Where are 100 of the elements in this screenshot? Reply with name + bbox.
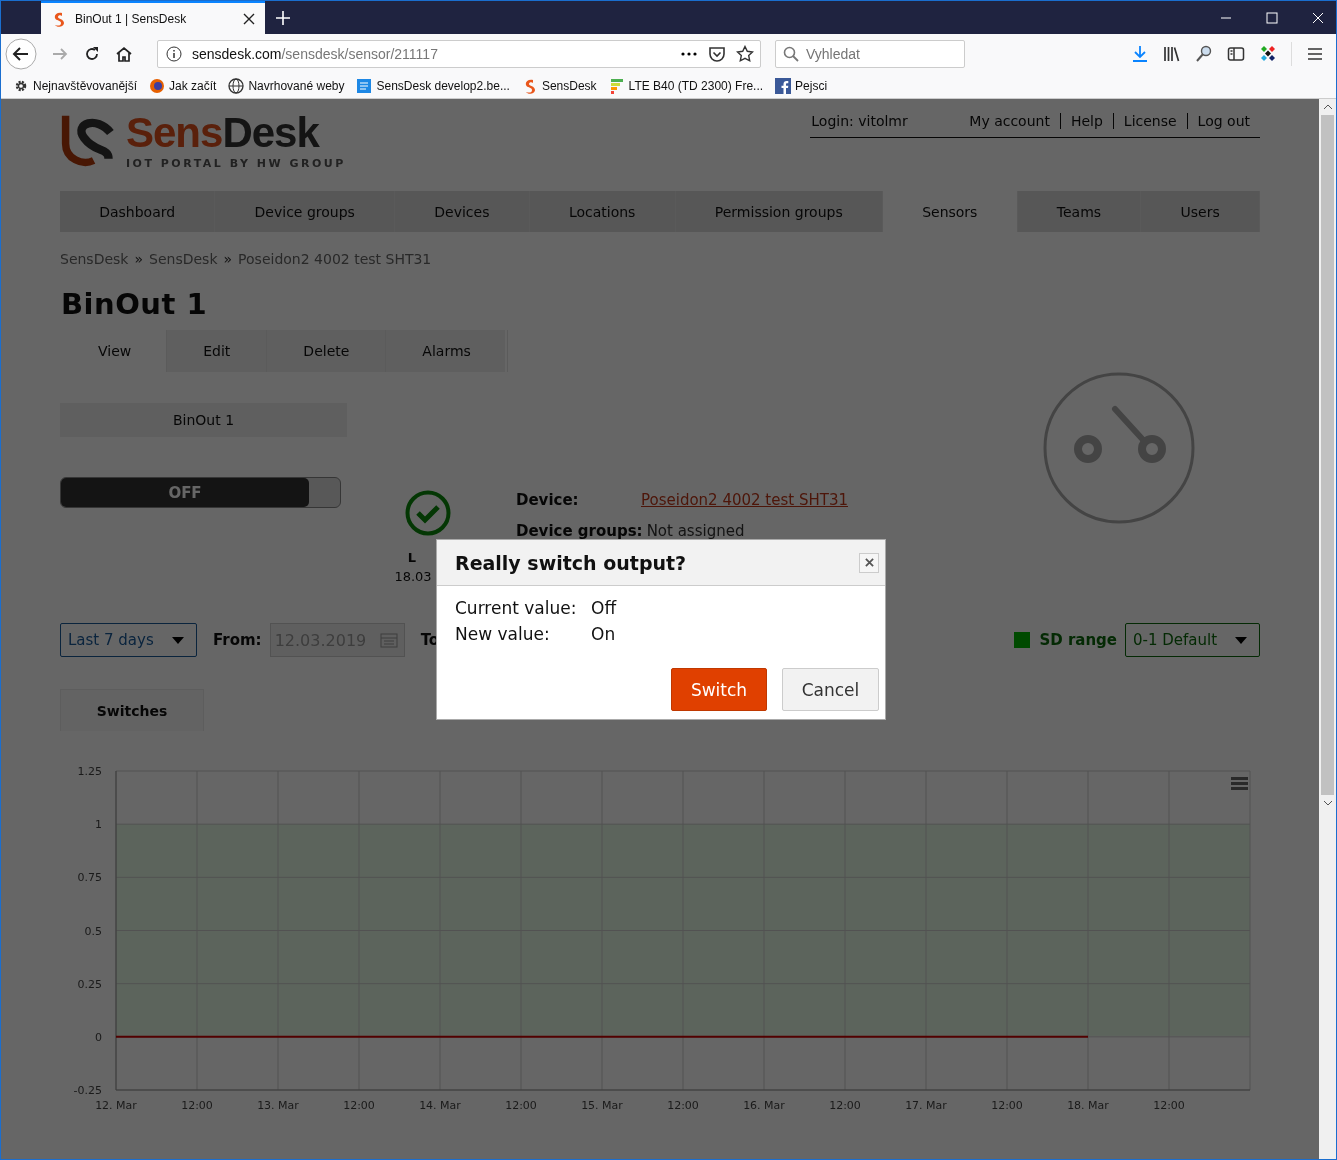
globe-icon — [228, 78, 245, 94]
sensor-tab[interactable]: View — [60, 330, 168, 372]
login-label: Login: vitolmr — [810, 113, 909, 129]
menu-icon[interactable] — [1306, 45, 1324, 63]
breadcrumb-separator: » — [134, 251, 144, 267]
bookmark[interactable]: SensDesk develop2.be... — [356, 78, 510, 94]
x-axis-label: 12:00 — [829, 1099, 861, 1112]
sidebar-icon[interactable] — [1227, 45, 1245, 63]
close-icon — [864, 558, 874, 567]
output-toggle[interactable]: OFF — [60, 477, 341, 508]
new-tab-icon[interactable] — [276, 10, 290, 25]
breadcrumb-link[interactable]: SensDesk — [149, 251, 218, 267]
caret-icon — [1235, 636, 1247, 644]
nav-tab[interactable]: Device groups — [215, 191, 396, 232]
x-axis-label: 12:00 — [181, 1099, 213, 1112]
status-label: L — [407, 550, 417, 565]
chart-tab[interactable]: Switches — [60, 689, 204, 731]
breadcrumb-link[interactable]: Poseidon2 4002 test SHT31 — [238, 251, 432, 267]
page-title: BinOut 1 — [61, 287, 209, 321]
bookmark[interactable]: Navrhované weby — [228, 78, 345, 94]
bookmark[interactable]: LTE B40 (TD 2300) Fre... — [608, 78, 764, 94]
detail-label: Device groups: — [516, 522, 643, 542]
magnifier-icon[interactable] — [1195, 45, 1213, 63]
scrollbar[interactable] — [1319, 99, 1336, 1159]
nav-tab[interactable]: Sensors — [882, 191, 1018, 232]
check-circle-icon — [405, 490, 451, 536]
y-axis-label: 0 — [95, 1030, 102, 1044]
device-link[interactable]: Poseidon2 4002 test SHT31 — [641, 491, 848, 522]
x-axis-label: 12:00 — [991, 1099, 1023, 1112]
bookmark[interactable]: Jak začít — [149, 78, 217, 94]
pocket-icon[interactable] — [708, 45, 726, 63]
breadcrumb-separator: » — [223, 251, 233, 267]
account-link[interactable]: Help — [1059, 113, 1113, 129]
account-link[interactable]: License — [1112, 113, 1187, 129]
status-time: 18.03 — [394, 569, 432, 584]
value-label: New value: — [455, 624, 551, 646]
breadcrumb-link[interactable]: SensDesk — [60, 251, 129, 267]
nav-tab[interactable]: Users — [1141, 191, 1260, 232]
info-icon[interactable] — [166, 46, 182, 62]
nav-tab[interactable]: Dashboard — [60, 191, 216, 232]
x-axis-label: 12:00 — [667, 1099, 699, 1112]
search-field[interactable]: Vyhledat — [775, 40, 965, 68]
reload-icon[interactable] — [83, 45, 101, 63]
x-axis-label: 12:00 — [505, 1099, 537, 1112]
relay-switch-icon — [1043, 372, 1195, 524]
sd-range-dropdown[interactable]: 0-1 Default — [1125, 623, 1260, 657]
x-axis-label: 12:00 — [343, 1099, 375, 1112]
close-button[interactable] — [859, 552, 879, 573]
account-link[interactable]: My account — [959, 113, 1060, 129]
x-axis-label: 16. Mar — [743, 1099, 785, 1112]
bookmark[interactable]: Pejsci — [775, 78, 828, 94]
star-icon[interactable] — [736, 45, 754, 63]
chart-menu-icon[interactable] — [1231, 777, 1248, 790]
scroll-down-icon[interactable] — [1322, 800, 1333, 806]
bookmark[interactable]: SensDesk — [521, 78, 597, 94]
nav-tab[interactable]: Permission groups — [675, 191, 883, 232]
nav-tab[interactable]: Teams — [1017, 191, 1142, 232]
library-icon[interactable] — [1163, 45, 1181, 63]
tab-title: BinOut 1 | SensDesk — [75, 11, 188, 26]
calendar-icon — [379, 632, 398, 648]
signal-bars-icon — [608, 78, 625, 94]
close-icon[interactable] — [243, 12, 255, 25]
cancel-button[interactable]: Cancel — [782, 668, 879, 711]
value-text: On — [591, 624, 616, 646]
sd-range-label: SD range — [1039, 631, 1117, 649]
browser-tab[interactable]: BinOut 1 | SensDesk — [41, 1, 265, 34]
sensor-tab[interactable]: Delete — [267, 330, 387, 372]
account-link[interactable]: Log out — [1186, 113, 1260, 129]
scroll-up-icon[interactable] — [1322, 104, 1333, 110]
nav-tab[interactable]: Locations — [529, 191, 676, 232]
period-dropdown[interactable]: Last 7 days — [60, 623, 197, 657]
download-icon[interactable] — [1131, 45, 1149, 63]
globe-fox-icon — [149, 78, 166, 94]
nav-tab[interactable]: Devices — [395, 191, 530, 232]
sensdesk-logo[interactable]: SensDesk IOT PORTAL BY HW GROUP — [60, 111, 346, 169]
facebook-icon — [775, 78, 792, 94]
x-axis-label: 17. Mar — [905, 1099, 947, 1112]
x-axis-label: 12:00 — [1153, 1099, 1185, 1112]
x-axis-label: 15. Mar — [581, 1099, 623, 1112]
address-bar[interactable]: sensdesk.com/sensdesk/sensor/211117 — [157, 40, 761, 68]
y-axis-label: -0.25 — [73, 1084, 102, 1097]
value-label: Current value: — [455, 598, 578, 620]
x-axis-label: 18. Mar — [1067, 1099, 1109, 1112]
caret-icon — [172, 636, 184, 644]
home-icon[interactable] — [115, 45, 133, 63]
switch-button[interactable]: Switch — [671, 668, 767, 711]
bookmark[interactable]: Nejnavštěvovanější — [13, 78, 138, 94]
sensor-name-label: BinOut 1 — [60, 403, 347, 437]
colored-diamonds-icon[interactable] — [1259, 45, 1277, 63]
maximize-icon[interactable] — [1266, 11, 1278, 24]
x-axis-label: 13. Mar — [257, 1099, 299, 1112]
gear-icon — [13, 78, 29, 94]
y-axis-label: 0.5 — [84, 924, 102, 938]
y-axis-label: 0.75 — [77, 871, 102, 885]
y-axis-label: 1.25 — [77, 765, 102, 778]
sensor-tab[interactable]: Alarms — [386, 330, 508, 372]
sensor-tab[interactable]: Edit — [167, 330, 268, 372]
y-axis-label: 0.25 — [77, 977, 102, 991]
from-label: From: — [213, 631, 262, 649]
document-icon — [356, 78, 373, 94]
